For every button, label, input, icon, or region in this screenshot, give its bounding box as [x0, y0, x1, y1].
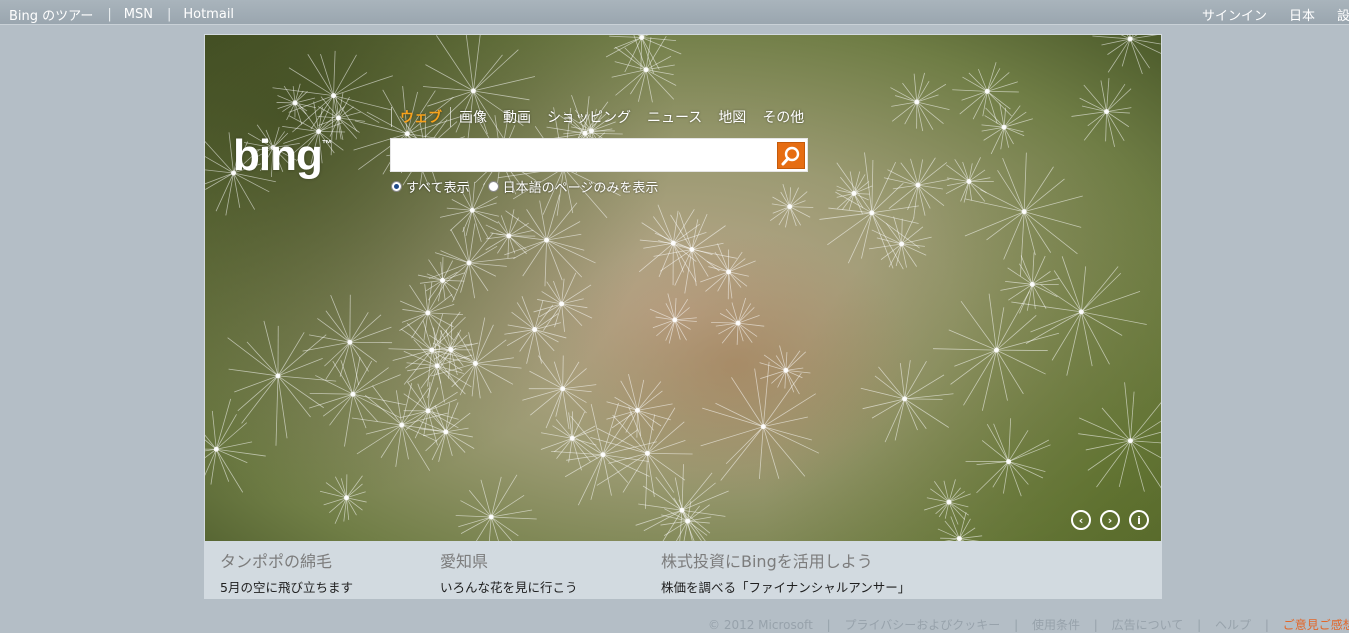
seed-burst	[354, 86, 465, 187]
seed-burst	[650, 294, 697, 344]
scope-option-label: 日本語のページのみを表示	[503, 177, 659, 196]
hotspot-item[interactable]: タンポポの綿毛 5月の空に飛び立ちます	[220, 548, 353, 596]
nav-item-videos[interactable]: 動画	[495, 107, 539, 127]
seed-burst	[952, 62, 1019, 123]
hotspot-item[interactable]: 愛知県 いろんな花を見に行こう	[440, 548, 578, 596]
seed-burst	[890, 73, 949, 131]
seed-burst	[423, 35, 535, 148]
seed-burst	[924, 479, 971, 524]
seed-burst	[431, 318, 521, 399]
seed-burst	[700, 243, 755, 299]
search-box	[390, 138, 808, 172]
sign-in-link[interactable]: サインイン	[1202, 5, 1267, 24]
footer-separator: |	[1014, 618, 1018, 632]
advertise-link[interactable]: 広告について	[1112, 618, 1184, 632]
hotspot-title[interactable]: 愛知県	[440, 548, 578, 572]
seed-burst	[933, 291, 1059, 410]
seed-burst	[303, 295, 392, 385]
seed-burst	[861, 360, 954, 442]
seed-burst	[819, 152, 919, 269]
hotspot-subtitle[interactable]: 株価を調べる「ファイナンシャルアンサー」	[661, 577, 910, 596]
footer-separator: |	[827, 618, 831, 632]
nav-item-maps[interactable]: 地図	[710, 107, 754, 127]
seed-burst	[309, 357, 406, 446]
scope-option-japanese-only[interactable]: 日本語のページのみを表示	[488, 177, 659, 196]
seed-burst	[711, 298, 764, 345]
help-link[interactable]: ヘルプ	[1215, 618, 1251, 632]
hotspot-title[interactable]: 株式投資にBingを活用しよう	[661, 548, 910, 572]
scope-option-all[interactable]: すべて表示	[391, 177, 470, 196]
seed-burst	[228, 321, 337, 446]
seed-burst	[320, 474, 367, 523]
scope-option-label: すべて表示	[406, 177, 470, 196]
top-bar: Bing のツアー | MSN | Hotmail サインイン 日本 設定	[0, 0, 1349, 25]
seed-burst	[946, 157, 994, 202]
seed-burst	[456, 475, 537, 542]
seed-burst	[205, 399, 266, 493]
msn-link[interactable]: MSN	[124, 7, 153, 22]
top-bar-right-links: サインイン 日本 設定	[1180, 5, 1349, 24]
chevron-right-icon[interactable]: ›	[1100, 510, 1120, 530]
privacy-link[interactable]: プライバシーおよびクッキー	[844, 618, 1000, 632]
top-bar-left-links: Bing のツアー | MSN | Hotmail	[9, 5, 234, 24]
trademark-mark: ™	[322, 139, 331, 150]
search-vertical-nav: ウェブ 画像 動画 ショッピング ニュース 地図 その他	[391, 107, 812, 127]
radio-button[interactable]	[488, 181, 499, 192]
nav-item-shopping[interactable]: ショッピング	[539, 107, 639, 127]
search-input[interactable]	[391, 139, 777, 171]
region-link[interactable]: 日本	[1289, 5, 1315, 24]
footer-separator: |	[1094, 618, 1098, 632]
hotspot-strip: タンポポの綿毛 5月の空に飛び立ちます 愛知県 いろんな花を見に行こう 株式投資…	[204, 541, 1162, 599]
chevron-left-icon[interactable]: ‹	[1071, 510, 1091, 530]
seed-burst	[429, 224, 515, 302]
radio-button-selected[interactable]	[391, 181, 402, 192]
hotspot-title[interactable]: タンポポの綿毛	[220, 548, 353, 572]
nav-item-news[interactable]: ニュース	[639, 107, 710, 127]
seed-burst	[522, 356, 596, 429]
search-button[interactable]	[777, 142, 805, 169]
seed-burst	[1078, 382, 1162, 495]
logo-text: bing	[233, 131, 322, 180]
footer-separator: |	[1265, 618, 1269, 632]
settings-link[interactable]: 設定	[1337, 5, 1349, 24]
seed-burst	[981, 103, 1032, 154]
seed-burst	[1071, 78, 1131, 147]
seed-burst	[938, 512, 982, 542]
seed-burst	[701, 362, 819, 481]
seed-burst	[770, 184, 813, 227]
copyright-text: © 2012 Microsoft	[708, 618, 813, 632]
footer-separator: |	[1197, 618, 1201, 632]
seed-burst	[836, 171, 872, 214]
bing-logo[interactable]: bing™	[233, 131, 331, 181]
search-icon	[778, 143, 804, 168]
top-bar-separator: |	[107, 7, 111, 22]
seed-burst	[965, 153, 1083, 277]
search-scope-options: すべて表示 日本語のページのみを表示	[391, 177, 676, 196]
hotspot-subtitle[interactable]: 5月の空に飛び立ちます	[220, 577, 353, 596]
top-bar-separator: |	[167, 7, 171, 22]
nav-item-more[interactable]: その他	[754, 107, 812, 127]
tour-link[interactable]: Bing のツアー	[9, 5, 93, 24]
footer-links: © 2012 Microsoft | プライバシーおよびクッキー | 使用条件 …	[708, 616, 1349, 633]
terms-link[interactable]: 使用条件	[1032, 618, 1080, 632]
seed-burst	[399, 282, 463, 348]
hero-background-image: bing™ ウェブ 画像 動画 ショッピング ニュース 地図 その他 すべて表示…	[204, 34, 1162, 542]
feedback-link[interactable]: ご意見ご感想	[1283, 618, 1349, 632]
hotmail-link[interactable]: Hotmail	[183, 7, 234, 22]
seed-burst	[1011, 256, 1146, 375]
nav-item-images[interactable]: 画像	[451, 107, 495, 127]
seed-burst	[966, 418, 1051, 496]
info-icon[interactable]: i	[1129, 510, 1149, 530]
seed-burst	[418, 257, 465, 301]
hotspot-item[interactable]: 株式投資にBingを活用しよう 株価を調べる「ファイナンシャルアンサー」	[661, 548, 910, 596]
seed-burst	[1092, 35, 1162, 74]
nav-item-web[interactable]: ウェブ	[392, 107, 450, 127]
hotspot-subtitle[interactable]: いろんな花を見に行こう	[440, 577, 578, 596]
image-controls: ‹ › i	[1062, 510, 1149, 530]
